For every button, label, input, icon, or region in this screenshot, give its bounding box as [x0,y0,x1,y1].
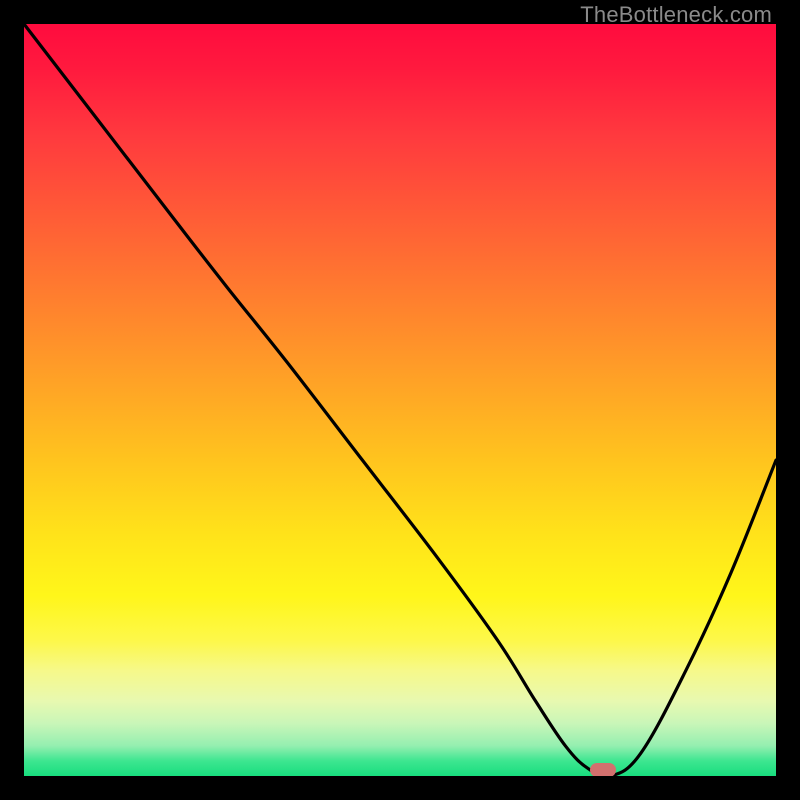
optimal-marker [590,763,616,777]
frame-bottom [0,776,800,800]
chart-canvas: TheBottleneck.com [0,0,800,800]
frame-left [0,0,24,800]
frame-right [776,0,800,800]
bottleneck-curve [24,24,776,776]
watermark-text: TheBottleneck.com [580,2,772,28]
